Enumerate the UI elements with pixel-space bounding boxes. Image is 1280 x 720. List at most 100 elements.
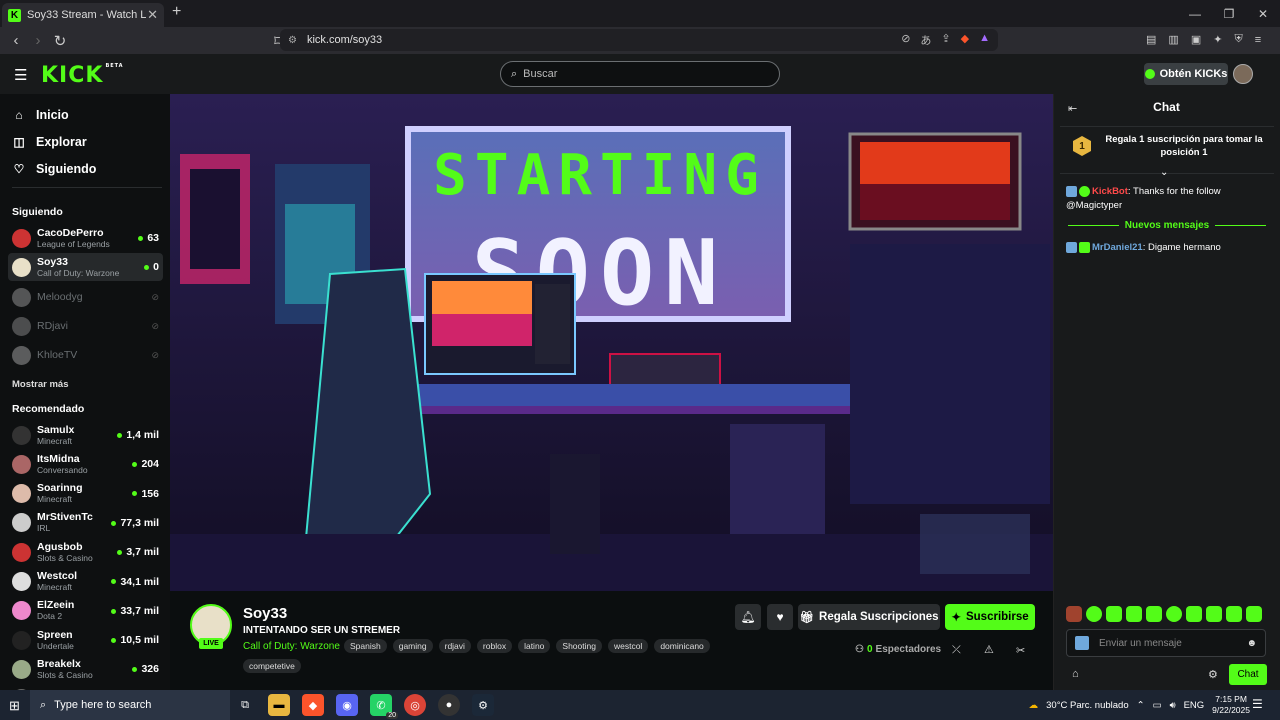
tag-chip[interactable]: Spanish: [344, 639, 387, 653]
new-tab-button[interactable]: +: [172, 3, 181, 21]
leo-icon[interactable]: ✦: [1213, 33, 1222, 46]
following-channel-offline[interactable]: Meloodyg ⊘: [8, 283, 163, 311]
collapse-pinned-icon[interactable]: ⌄: [1160, 167, 1168, 178]
clip-icon[interactable]: ✂: [1016, 644, 1025, 657]
windows-start-icon[interactable]: ⊞: [9, 698, 20, 714]
get-kicks-button[interactable]: Obtén KICKs: [1144, 63, 1228, 85]
kick-logo[interactable]: KICK BETA: [41, 63, 124, 88]
tag-chip[interactable]: roblox: [476, 639, 513, 653]
tag-chip[interactable]: dominicano: [654, 639, 710, 653]
volume-icon[interactable]: 🔊︎: [1170, 700, 1176, 711]
sidebar-toggle-icon[interactable]: ▥: [1168, 33, 1178, 46]
gift-chest-icon[interactable]: ⌂: [1072, 668, 1079, 680]
emote-icon[interactable]: [1126, 606, 1142, 622]
recommended-channel[interactable]: Spreen Undertale 10,5 mil: [8, 626, 163, 654]
chrome-icon[interactable]: ◎: [404, 694, 426, 716]
weather-text[interactable]: 30°C Parc. nublado: [1046, 700, 1129, 711]
menu-icon[interactable]: ≡: [1255, 34, 1261, 46]
notifications-icon[interactable]: ☰: [1252, 697, 1263, 711]
recommended-channel[interactable]: Westcol Minecraft 34,1 mil: [8, 568, 163, 596]
sidebar-item-explorar[interactable]: ◫ Explorar: [12, 135, 86, 149]
emote-icon[interactable]: [1106, 606, 1122, 622]
site-info-icon[interactable]: ⚙: [288, 35, 297, 46]
tag-chip[interactable]: rdjavi: [438, 639, 471, 653]
emote-icon[interactable]: [1186, 606, 1202, 622]
following-channel-offline[interactable]: RDjavi ⊘: [8, 312, 163, 340]
share-icon[interactable]: ⇪: [941, 32, 950, 48]
sidebar-item-inicio[interactable]: ⌂ Inicio: [12, 108, 68, 122]
taskbar-search[interactable]: ⌕ Type here to search: [30, 690, 230, 720]
hamburger-icon[interactable]: ☰: [14, 66, 27, 84]
language-indicator[interactable]: ENG: [1184, 700, 1205, 711]
emoji-picker-icon[interactable]: ☻: [1246, 638, 1257, 649]
file-explorer-icon[interactable]: ▬: [268, 694, 290, 716]
back-icon[interactable]: ‹: [6, 32, 26, 49]
avatar: [12, 630, 31, 650]
recommended-channel[interactable]: ElZeein Dota 2 33,7 mil: [8, 597, 163, 625]
chat-send-button[interactable]: Chat: [1229, 664, 1267, 685]
tray-chevron-icon[interactable]: ⌃: [1137, 700, 1145, 711]
task-view-icon[interactable]: ⧉: [234, 694, 256, 716]
tab-close-icon[interactable]: ✕: [147, 7, 158, 23]
channel-name[interactable]: Soy33: [243, 605, 287, 622]
recommended-channel[interactable]: Soarinng Minecraft 156: [8, 480, 163, 508]
clock[interactable]: 7:15 PM 9/22/2025: [1212, 694, 1250, 716]
notification-bell-button[interactable]: 🔔︎: [735, 604, 761, 630]
tag-chip[interactable]: latino: [518, 639, 551, 653]
search-input[interactable]: ⌕ Buscar: [500, 61, 780, 87]
emote-icon[interactable]: [1086, 606, 1102, 622]
brave-icon[interactable]: ◆: [302, 694, 324, 716]
restore-button[interactable]: ❐: [1212, 7, 1246, 21]
subscribe-button[interactable]: ✦ Suscribirse: [945, 604, 1035, 630]
minimize-button[interactable]: —: [1178, 7, 1212, 21]
address-bar[interactable]: ⚙ kick.com/soy33 ⊘ あ ⇪ ◆ ▲: [280, 29, 998, 51]
chat-username[interactable]: MrDaniel21: [1092, 242, 1143, 253]
emote-icon[interactable]: [1226, 606, 1242, 622]
stream-category-link[interactable]: Call of Duty: Warzone: [243, 641, 340, 652]
video-player[interactable]: STARTING SOON: [170, 94, 1053, 591]
tracking-icon[interactable]: ⊘: [901, 32, 910, 48]
wallet-icon[interactable]: ▣: [1191, 33, 1201, 46]
brave-rewards-icon[interactable]: ▲: [979, 32, 990, 48]
vpn-icon[interactable]: ⛨: [1234, 33, 1242, 46]
user-avatar[interactable]: [1233, 64, 1253, 84]
share-icon[interactable]: ⤫: [952, 644, 961, 657]
reader-icon[interactable]: ▤: [1146, 33, 1156, 46]
whatsapp-icon[interactable]: ✆ 20: [370, 694, 398, 719]
emote-icon[interactable]: [1166, 606, 1182, 622]
chat-input[interactable]: Enviar un mensaje ☻: [1066, 629, 1266, 657]
emote-icon[interactable]: [1246, 606, 1262, 622]
report-icon[interactable]: ⚠: [984, 643, 994, 656]
forward-icon[interactable]: ›: [28, 32, 48, 49]
tag-chip[interactable]: competetive: [243, 659, 301, 673]
tag-chip[interactable]: Shooting: [556, 639, 602, 653]
brave-shield-icon[interactable]: ◆: [961, 32, 969, 48]
sidebar-item-siguiendo[interactable]: ♡ Siguiendo: [12, 162, 97, 176]
translate-icon[interactable]: あ: [920, 32, 931, 48]
obs-icon[interactable]: ●: [438, 694, 460, 716]
emote-icon[interactable]: [1146, 606, 1162, 622]
emote-icon[interactable]: [1206, 606, 1222, 622]
tag-chip[interactable]: westcol: [607, 639, 649, 653]
show-more-link[interactable]: Mostrar más: [12, 379, 69, 390]
following-channel-active[interactable]: Soy33 Call of Duty: Warzone 0: [8, 253, 163, 281]
tag-chip[interactable]: gaming: [392, 639, 433, 653]
following-channel[interactable]: CacoDePerro League of Legends 63: [8, 224, 163, 252]
network-icon[interactable]: ▭: [1153, 700, 1162, 711]
recommended-channel[interactable]: ItsMidna Conversando 204: [8, 450, 163, 478]
emote-icon[interactable]: [1066, 606, 1082, 622]
chat-settings-icon[interactable]: ⚙: [1208, 668, 1218, 681]
reload-icon[interactable]: ↻: [50, 32, 70, 50]
close-window-button[interactable]: ✕: [1246, 7, 1280, 21]
chat-username[interactable]: KickBot: [1092, 186, 1128, 197]
recommended-channel[interactable]: MrStivenTc IRL 77,3 mil: [8, 509, 163, 537]
discord-icon[interactable]: ◉: [336, 694, 358, 716]
recommended-channel[interactable]: Breakelx Slots & Casino 326: [8, 655, 163, 683]
gift-subs-button[interactable]: 🎁︎ Regala Suscripciones: [798, 604, 940, 630]
recommended-channel[interactable]: Samulx Minecraft 1,4 mil: [8, 421, 163, 449]
follow-button[interactable]: ♥: [767, 604, 793, 630]
following-channel-offline[interactable]: KhloeTV ⊘: [8, 341, 163, 369]
browser-tab[interactable]: K Soy33 Stream - Watch Live o ✕: [2, 3, 164, 27]
steam-icon[interactable]: ⚙: [472, 694, 494, 716]
recommended-channel[interactable]: Agusbob Slots & Casino 3,7 mil: [8, 538, 163, 566]
